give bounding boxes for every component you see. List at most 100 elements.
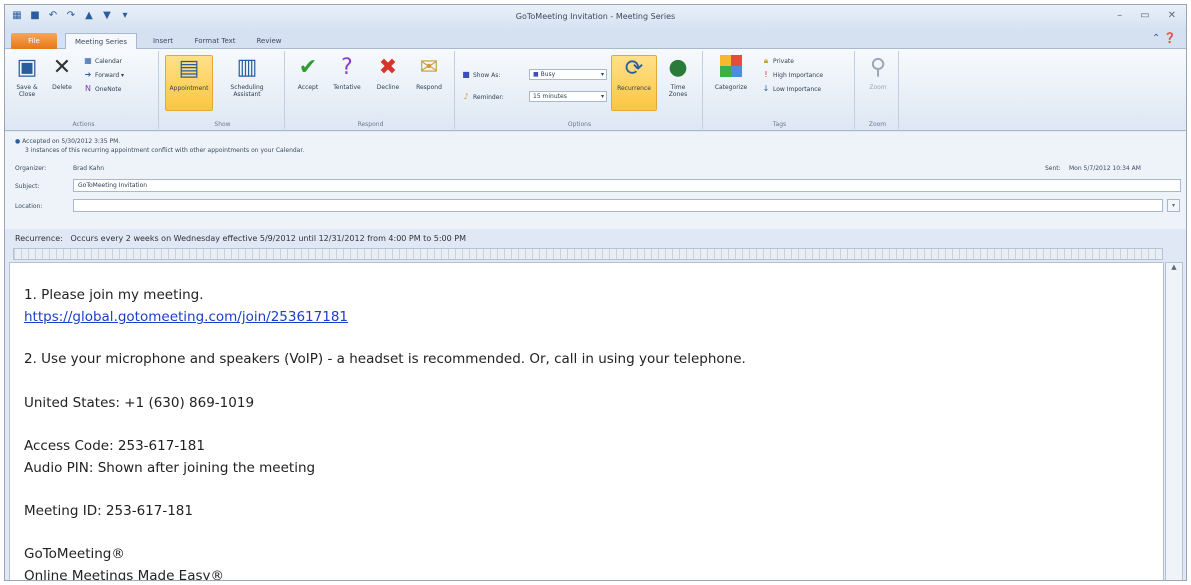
delete-icon: ✕ xyxy=(52,55,72,80)
appointment-button[interactable]: ▤ Appointment xyxy=(165,55,213,111)
reminder-value: 15 minutes xyxy=(533,93,567,100)
info-icon: ● xyxy=(15,138,21,145)
chevron-down-icon: ▾ xyxy=(600,71,604,78)
show-as-value: Busy xyxy=(540,71,556,78)
categorize-icon xyxy=(718,55,744,81)
recurrence-button[interactable]: ⟳ Recurrence xyxy=(611,55,657,111)
body-line-4: Access Code: 253-617-181 xyxy=(24,438,205,454)
forward-button[interactable]: ➔ Forward ▾ xyxy=(83,69,124,80)
magnifier-icon: ⚲ xyxy=(869,55,887,80)
tab-insert[interactable]: Insert xyxy=(143,33,183,49)
save-close-button[interactable]: ▣ Save & Close xyxy=(11,55,43,98)
lock-icon: 🔒︎ xyxy=(763,56,769,65)
join-link[interactable]: https://global.gotomeeting.com/join/2536… xyxy=(24,309,348,325)
accepted-text: Accepted on 5/30/2012 3:35 PM. xyxy=(22,138,121,145)
location-label: Location: xyxy=(15,203,43,210)
respond-button[interactable]: ✉ Respond xyxy=(409,55,449,91)
group-tags: Categorize 🔒︎ Private ! High Importance ↓ L… xyxy=(705,51,855,129)
subject-label: Subject: xyxy=(15,183,40,190)
body-line-6: Meeting ID: 253-617-181 xyxy=(24,503,193,519)
minimize-icon[interactable]: – xyxy=(1117,10,1122,21)
high-importance-label: High Importance xyxy=(773,72,824,79)
show-as-label: Show As: xyxy=(473,72,501,79)
private-button[interactable]: 🔒︎ Private xyxy=(761,55,794,66)
window-title: GoToMeeting Invitation - Meeting Series xyxy=(515,12,676,21)
group-tags-label: Tags xyxy=(772,121,787,128)
zoom-button[interactable]: ⚲ Zoom xyxy=(861,55,895,91)
group-options: ■ Show As: ■ Busy ▾ ♪ Reminder: 15 minutes ▾… xyxy=(457,51,703,129)
organizer-label: Organizer: xyxy=(15,165,47,172)
subject-field[interactable]: GoToMeeting Invitation xyxy=(73,179,1181,192)
decline-button[interactable]: ✖ Decline xyxy=(369,55,407,91)
body-line-8: Online Meetings Made Easy® xyxy=(24,568,225,581)
sent-label: Sent: xyxy=(1045,165,1061,172)
tab-file[interactable]: File xyxy=(11,33,57,49)
scheduling-label: Scheduling Assistant xyxy=(230,84,264,98)
calendar-button[interactable]: ▦ Calendar xyxy=(83,55,122,66)
group-options-label: Options xyxy=(567,121,592,128)
window-controls: – ▭ ✕ xyxy=(1117,10,1176,21)
checkmark-icon: ✔ xyxy=(298,55,318,80)
onenote-icon: N xyxy=(85,84,91,93)
high-importance-button[interactable]: ! High Importance xyxy=(761,69,823,80)
recurrence-label-text: Recurrence: xyxy=(15,234,63,243)
globe-icon: ● xyxy=(668,55,688,80)
show-as-dropdown[interactable]: ■ Busy ▾ xyxy=(529,69,607,80)
scroll-up-icon[interactable]: ▲ xyxy=(1166,263,1182,277)
body-line-3: United States: +1 (630) 869-1019 xyxy=(24,395,255,411)
show-as-icon: ■ xyxy=(462,70,470,79)
location-field[interactable] xyxy=(73,199,1163,212)
reminder-dropdown[interactable]: 15 minutes ▾ xyxy=(529,91,607,102)
maximize-icon[interactable]: ▭ xyxy=(1140,10,1149,21)
reminder-label-wrap: ♪ Reminder: xyxy=(461,91,504,102)
down-arrow-icon: ↓ xyxy=(762,84,770,93)
tab-format-text[interactable]: Format Text xyxy=(187,33,243,49)
low-importance-label: Low Importance xyxy=(773,86,822,93)
title-bar: ▦ ■ ↶ ↷ ▲ ▼ ▾ GoToMeeting Invitation - M… xyxy=(5,5,1186,31)
group-respond: ✔ Accept ? Tentative ✖ Decline ✉ Respond… xyxy=(287,51,455,129)
private-label: Private xyxy=(773,58,794,65)
save-close-icon: ▣ xyxy=(16,55,38,80)
tentative-button[interactable]: ? Tentative xyxy=(327,55,367,91)
tab-meeting-series[interactable]: Meeting Series xyxy=(65,33,137,49)
scheduling-assistant-button[interactable]: ▥ Scheduling Assistant xyxy=(219,55,275,98)
recurrence-icon: ⟳ xyxy=(624,56,644,81)
reminder-label: Reminder: xyxy=(473,94,504,101)
forward-label: Forward xyxy=(95,72,120,79)
categorize-button[interactable]: Categorize xyxy=(709,55,753,91)
ribbon: ▣ Save & Close ✕ Delete ▦ Calendar ➔ Forwa… xyxy=(5,49,1186,131)
onenote-label: OneNote xyxy=(95,86,122,93)
body-line-7: GoToMeeting® xyxy=(24,546,125,562)
decline-x-icon: ✖ xyxy=(378,55,398,80)
calendar-icon: ▦ xyxy=(84,56,92,65)
accept-button[interactable]: ✔ Accept xyxy=(291,55,325,91)
time-zones-button[interactable]: ● Time Zones xyxy=(661,55,695,98)
onenote-button[interactable]: N OneNote xyxy=(83,83,121,94)
body-line-2: 2. Use your microphone and speakers (VoI… xyxy=(24,351,746,367)
appointment-label: Appointment xyxy=(169,85,209,92)
group-zoom-label: Zoom xyxy=(868,121,887,128)
recurrence-text: Occurs every 2 weeks on Wednesday effect… xyxy=(70,234,467,243)
ruler[interactable] xyxy=(13,248,1163,260)
group-show-label: Show xyxy=(214,121,231,128)
group-show: ▤ Appointment ▥ Scheduling Assistant Sho… xyxy=(161,51,285,129)
body-line-1: 1. Please join my meeting. xyxy=(24,287,204,303)
vertical-scrollbar[interactable]: ▲ xyxy=(1165,262,1183,580)
tab-review[interactable]: Review xyxy=(247,33,291,49)
decline-label: Decline xyxy=(376,84,400,91)
conflict-notice: 3 instances of this recurring appointmen… xyxy=(25,147,305,154)
message-body[interactable]: 1. Please join my meeting. https://globa… xyxy=(9,262,1164,581)
close-icon[interactable]: ✕ xyxy=(1168,10,1176,21)
recurrence-row: Recurrence: Occurs every 2 weeks on Wedn… xyxy=(15,234,466,243)
delete-button[interactable]: ✕ Delete xyxy=(47,55,77,91)
location-dropdown[interactable]: ▾ xyxy=(1167,199,1180,212)
tentative-label: Tentative xyxy=(333,84,361,91)
group-zoom: ⚲ Zoom Zoom xyxy=(857,51,899,129)
respond-label: Respond xyxy=(416,84,442,91)
calendar-label: Calendar xyxy=(95,58,122,65)
ribbon-tabs: File Meeting Series Insert Format Text R… xyxy=(5,31,1186,49)
categorize-label: Categorize xyxy=(714,84,748,91)
low-importance-button[interactable]: ↓ Low Importance xyxy=(761,83,821,94)
help-icon[interactable]: ⌃ ❓ xyxy=(1152,33,1176,44)
meeting-info: ● Accepted on 5/30/2012 3:35 PM. 3 insta… xyxy=(5,132,1186,229)
